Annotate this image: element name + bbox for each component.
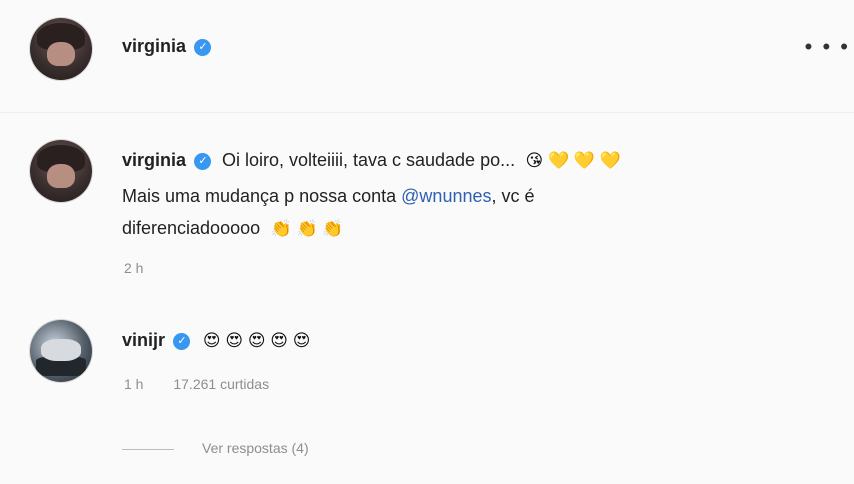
post-author-avatar[interactable] (30, 18, 92, 80)
comment-line-2: Mais uma mudança p nossa conta @wnunnes,… (122, 186, 535, 207)
more-options-icon[interactable]: • • • (805, 34, 850, 60)
comment-avatar-virginia[interactable] (30, 140, 92, 202)
replies-divider-line (122, 448, 174, 450)
view-replies-label[interactable]: Ver respostas (4) (202, 440, 309, 456)
comment-username[interactable]: vinijr (122, 330, 165, 350)
comment-username[interactable]: virginia (122, 150, 186, 170)
clap-emojis: 👏 👏 👏 (270, 219, 344, 238)
comment-timestamp: 2 h (124, 260, 144, 276)
verified-badge-icon: ✓ (194, 153, 212, 171)
avatar-face-shape (41, 338, 81, 361)
comment-text: Oi loiro, volteiiii, tava c saudade po..… (221, 150, 516, 170)
comment-line-1: vinijr ✓ 😍 😍 😍 😍 😍 (122, 330, 310, 351)
post-author-username[interactable]: virginia (122, 36, 186, 56)
post-header-user: virginia ✓ (122, 36, 212, 57)
avatar-face-shape (47, 41, 75, 67)
comment-text: diferenciadooooo (122, 218, 261, 238)
header-divider (0, 112, 854, 113)
heart-eyes-emojis: 😍 😍 😍 😍 😍 (202, 331, 311, 350)
comment-meta: 1 h 17.261 curtidas (124, 376, 269, 392)
verified-badge-icon: ✓ (194, 39, 212, 57)
mention-link[interactable]: @wnunnes (401, 186, 491, 206)
likes-count[interactable]: 17.261 curtidas (173, 376, 269, 392)
comment-timestamp: 1 h (124, 376, 144, 392)
view-replies[interactable]: Ver respostas (4) (122, 440, 309, 456)
comment-line-3: diferenciadooooo 👏 👏 👏 (122, 218, 344, 239)
comment-avatar-vinijr[interactable] (30, 320, 92, 382)
comment-line-1: virginia ✓ Oi loiro, volteiiii, tava c s… (122, 150, 621, 171)
comment-text: , vc é (491, 186, 535, 206)
comment-text: Mais uma mudança p nossa conta (122, 186, 402, 206)
avatar-face-shape (47, 163, 75, 189)
verified-badge-icon: ✓ (173, 333, 191, 351)
emoji-group: 😘 💛 💛 💛 (525, 151, 621, 170)
